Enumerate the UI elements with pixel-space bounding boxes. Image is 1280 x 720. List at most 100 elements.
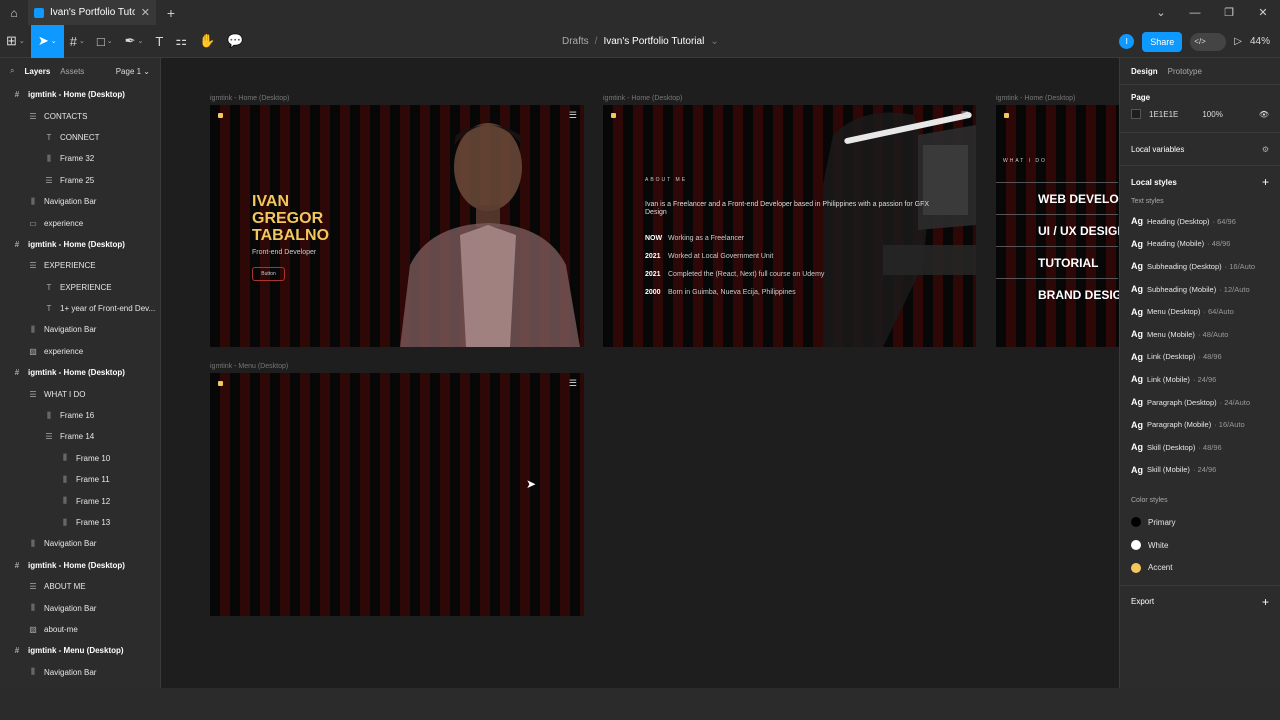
page-color-swatch[interactable] — [1131, 109, 1141, 119]
frame-home-about[interactable]: ☰ ABOUT ME Ivan is a Freelancer and a Fr… — [603, 105, 976, 347]
file-menu-chevron-icon[interactable]: ⌄ — [710, 36, 718, 47]
layer-item[interactable]: ⫼ Frame 11 — [0, 469, 160, 490]
export-row[interactable]: Export + — [1120, 592, 1280, 612]
text-style-item[interactable]: Ag Link (Mobile) · 24/96 — [1120, 368, 1280, 391]
frame-label[interactable]: igmtink - Home (Desktop) — [603, 95, 682, 102]
comment-tool-icon[interactable]: 💬 — [221, 25, 249, 58]
layer-item[interactable]: ☰ WHAT I DO — [0, 383, 160, 404]
pen-tool-icon[interactable]: ✒ ⌄ — [119, 25, 150, 58]
chevron-down-icon[interactable]: ⌄ — [1144, 6, 1178, 19]
file-name[interactable]: Ivan's Portfolio Tutorial — [603, 36, 704, 47]
tab-layers[interactable]: Layers — [24, 67, 50, 76]
local-variables-label[interactable]: Local variables — [1131, 145, 1184, 154]
variables-settings-icon[interactable]: ⚙ — [1262, 145, 1269, 154]
layer-item[interactable]: ⫼ Navigation Bar — [0, 191, 160, 212]
minimize-button[interactable]: — — [1178, 7, 1212, 19]
layer-item[interactable]: ⫼ Navigation Bar — [0, 319, 160, 340]
layer-item[interactable]: ⫼ Navigation Bar — [0, 597, 160, 618]
dev-mode-toggle[interactable]: </> — [1190, 32, 1227, 51]
layer-item[interactable]: ⫼ Navigation Bar — [0, 533, 160, 554]
home-icon[interactable]: ⌂ — [0, 0, 28, 25]
page-color-row[interactable]: 1E1E1E 100% 👁 — [1120, 102, 1280, 126]
avatar[interactable]: I — [1119, 34, 1135, 49]
color-style-item[interactable]: Accent — [1120, 556, 1280, 579]
layer-label: EXPERIENCE — [44, 261, 96, 271]
page-color-value[interactable]: 1E1E1E — [1149, 110, 1178, 119]
layer-item[interactable]: ☰ EXPERIENCE — [0, 255, 160, 276]
frame-tool-icon[interactable]: # ⌄ — [64, 25, 91, 58]
text-style-item[interactable]: Ag Skill (Mobile) · 24/96 — [1120, 459, 1280, 482]
frame-menu[interactable]: ☰ — [210, 373, 584, 616]
tab-assets[interactable]: Assets — [60, 67, 84, 76]
text-style-item[interactable]: Ag Heading (Mobile) · 48/96 — [1120, 233, 1280, 256]
text-style-item[interactable]: Ag Paragraph (Mobile) · 16/Auto — [1120, 413, 1280, 436]
layer-item[interactable]: ⫼ Frame 10 — [0, 448, 160, 469]
color-style-item[interactable]: Primary — [1120, 511, 1280, 534]
eye-icon[interactable]: 👁 — [1259, 110, 1269, 119]
close-window-button[interactable]: ✕ — [1246, 6, 1280, 19]
canvas[interactable]: igmtink - Home (Desktop) ☰ IVAN GREGOR T… — [161, 58, 1119, 688]
frame-home-hero[interactable]: ☰ IVAN GREGOR TABALNO Front-end Develope… — [210, 105, 584, 347]
tab-prototype[interactable]: Prototype — [1168, 67, 1202, 76]
layer-item[interactable]: T 1+ year of Front-end Dev... — [0, 298, 160, 319]
layer-item[interactable]: ▭ experience — [0, 212, 160, 233]
zoom-level[interactable]: 44% — [1250, 36, 1270, 47]
page-opacity[interactable]: 100% — [1202, 110, 1222, 119]
frame-home-what-i-do[interactable]: WHAT I DO WEB DEVELOPIUI / UX DESIGNTUTO… — [996, 105, 1119, 347]
search-icon[interactable]: ⌕ — [10, 66, 14, 76]
text-style-item[interactable]: Ag Link (Desktop) · 48/96 — [1120, 346, 1280, 369]
color-style-item[interactable]: White — [1120, 534, 1280, 557]
new-tab-button[interactable]: + — [160, 5, 182, 21]
layer-item[interactable]: ☰ Frame 14 — [0, 426, 160, 447]
add-export-icon[interactable]: + — [1262, 595, 1269, 609]
hand-tool-icon[interactable]: ✋ — [193, 25, 221, 58]
add-style-icon[interactable]: + — [1262, 175, 1269, 189]
frame-label[interactable]: igmtink - Home (Desktop) — [210, 95, 289, 102]
present-icon[interactable]: ▷ — [1234, 36, 1242, 47]
export-label[interactable]: Export — [1131, 597, 1154, 606]
resources-icon[interactable]: ⚏ — [169, 25, 193, 58]
layer-item[interactable]: T EXPERIENCE — [0, 277, 160, 298]
text-tool-icon[interactable]: T — [149, 25, 169, 58]
layer-item[interactable]: # igmtink - Home (Desktop) — [0, 84, 160, 105]
move-tool-icon[interactable]: ➤ ⌄ — [30, 24, 64, 58]
layer-label: Navigation Bar — [44, 603, 97, 613]
layer-item[interactable]: ▨ experience — [0, 341, 160, 362]
text-style-item[interactable]: Ag Menu (Desktop) · 64/Auto — [1120, 300, 1280, 323]
layer-item[interactable]: ⫼ Frame 13 — [0, 512, 160, 533]
share-button[interactable]: Share — [1142, 31, 1183, 52]
layer-item[interactable]: # igmtink - Home (Desktop) — [0, 234, 160, 255]
text-style-item[interactable]: Ag Paragraph (Desktop) · 24/Auto — [1120, 391, 1280, 414]
text-style-item[interactable]: Ag Skill (Desktop) · 48/96 — [1120, 436, 1280, 459]
layer-item[interactable]: # igmtink - Home (Desktop) — [0, 555, 160, 576]
layer-item[interactable]: ⫼ Frame 16 — [0, 405, 160, 426]
layer-item[interactable]: ☰ ABOUT ME — [0, 576, 160, 597]
layer-item[interactable]: ⫼ Frame 32 — [0, 148, 160, 169]
file-tab[interactable]: Ivan's Portfolio Tutorial ✕ — [28, 0, 156, 25]
layer-item[interactable]: ⫼ Navigation Bar — [0, 662, 160, 683]
shape-tool-icon[interactable]: □ ⌄ — [91, 25, 119, 58]
frame-label[interactable]: igmtink - Menu (Desktop) — [210, 363, 288, 370]
text-style-meta: · 64/96 — [1212, 216, 1236, 226]
layer-item[interactable]: # igmtink - Home (Desktop) — [0, 362, 160, 383]
layer-item[interactable]: # igmtink - Menu (Desktop) — [0, 640, 160, 661]
layer-item[interactable]: ☰ CONTACTS — [0, 105, 160, 126]
layer-item[interactable]: ☰ Frame 25 — [0, 170, 160, 191]
text-style-item[interactable]: Ag Subheading (Desktop) · 16/Auto — [1120, 255, 1280, 278]
breadcrumb-drafts[interactable]: Drafts — [562, 36, 589, 47]
frame-label[interactable]: igmtink - Home (Desktop) — [996, 95, 1075, 102]
layer-item[interactable]: T CONNECT — [0, 127, 160, 148]
layer-item[interactable]: ▨ about-me — [0, 619, 160, 640]
layer-item[interactable]: ⫼ Frame 12 — [0, 490, 160, 511]
text-style-item[interactable]: Ag Heading (Desktop) · 64/96 — [1120, 210, 1280, 233]
layer-label: Navigation Bar — [44, 539, 97, 549]
tab-design[interactable]: Design — [1131, 67, 1158, 76]
maximize-button[interactable]: ❐ — [1212, 6, 1246, 19]
layer-type-icon: ⫼ — [31, 538, 35, 548]
text-style-item[interactable]: Ag Menu (Mobile) · 48/Auto — [1120, 323, 1280, 346]
page-selector[interactable]: Page 1 ⌄ — [116, 67, 150, 76]
local-variables-row[interactable]: Local variables ⚙ — [1120, 139, 1280, 159]
text-style-item[interactable]: Ag Subheading (Mobile) · 12/Auto — [1120, 278, 1280, 301]
close-tab-icon[interactable]: ✕ — [141, 6, 150, 19]
main-menu-icon[interactable]: ⊞ ⌄ — [0, 25, 31, 58]
